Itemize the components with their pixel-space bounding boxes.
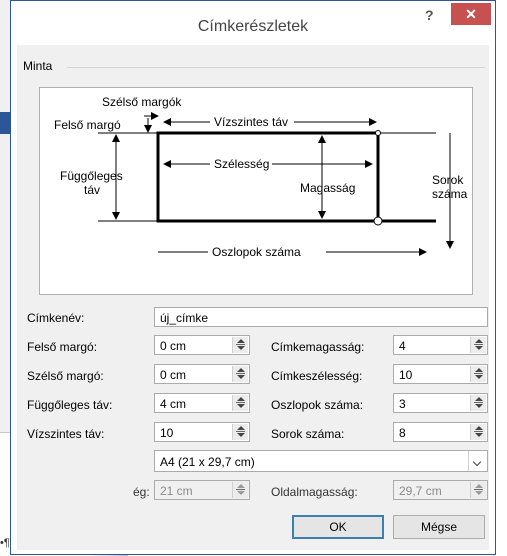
chevron-down-icon[interactable] — [468, 451, 487, 471]
horizontal-pitch-value: 10 — [160, 426, 174, 440]
label-details-dialog: Címkerészletek ? ✕ Minta Szélső margók F… — [10, 0, 496, 555]
page-height-input[interactable]: 29,7 cm — [393, 480, 488, 500]
vertical-pitch-label-2: táv — [84, 183, 100, 197]
columns-spinner[interactable] — [470, 395, 486, 411]
cancel-button[interactable]: Mégse — [393, 515, 485, 539]
columns-field-label: Oszlopok száma: — [271, 398, 364, 412]
label-width-field-label: Címkeszélesség: — [271, 369, 363, 383]
top-margin-input[interactable]: 0 cm — [154, 335, 250, 355]
corner-marker — [373, 216, 383, 226]
vertical-pitch-spinner[interactable] — [232, 395, 248, 411]
dialog-title: Címkerészletek — [197, 18, 309, 35]
horizontal-pitch-spinner[interactable] — [232, 424, 248, 440]
paragraph-marker: •¶ — [0, 537, 10, 549]
page-width-spinner[interactable] — [232, 482, 248, 498]
label-height-spinner[interactable] — [470, 337, 486, 353]
columns-input[interactable]: 3 — [393, 393, 488, 413]
label-height-input[interactable]: 4 — [393, 335, 488, 355]
vertical-pitch-label-1: Függőleges — [60, 169, 123, 183]
page-width-value: 21 cm — [160, 484, 193, 498]
side-margin-spinner[interactable] — [232, 366, 248, 382]
help-button[interactable]: ? — [425, 7, 441, 27]
horizontal-pitch-label: Vízszintes táv — [214, 115, 288, 129]
page-size-select[interactable]: A4 (21 x 29,7 cm) — [154, 450, 488, 472]
label-box — [156, 131, 380, 223]
side-margin-input[interactable]: 0 cm — [154, 364, 250, 384]
rows-label-2: száma — [432, 187, 468, 201]
side-margin-value: 0 cm — [160, 368, 187, 382]
page-size-value: A4 (21 x 29,7 cm) — [160, 455, 255, 469]
title-bar: Címkerészletek ? ✕ — [11, 1, 495, 45]
label-width-value: 10 — [399, 368, 413, 382]
ok-button[interactable]: OK — [292, 515, 384, 539]
width-label: Szélesség — [214, 157, 269, 171]
rows-label-1: Sorok — [432, 173, 464, 187]
label-width-input[interactable]: 10 — [393, 364, 488, 384]
dialog-body: Minta Szélső margók Felső margó Vízszint… — [17, 45, 489, 550]
side-margin-field-label: Szélső margó: — [27, 369, 104, 383]
page-height-spinner[interactable] — [470, 482, 486, 498]
label-height-field-label: Címkemagasság: — [271, 340, 365, 354]
corner-marker-top — [375, 130, 381, 136]
rows-input[interactable]: 8 — [393, 422, 488, 442]
top-margin-label: Felső margó — [54, 118, 121, 132]
top-margin-value: 0 cm — [160, 339, 187, 353]
label-height-value: 4 — [399, 339, 406, 353]
vertical-pitch-input[interactable]: 4 cm — [154, 393, 250, 413]
page-height-field-label: Oldalmagasság: — [271, 485, 358, 499]
columns-value: 3 — [399, 397, 406, 411]
page-height-value: 29,7 cm — [399, 484, 442, 498]
columns-label: Oszlopok száma — [212, 245, 301, 259]
rows-value: 8 — [399, 426, 406, 440]
top-margin-field-label: Felső margó: — [27, 340, 98, 354]
page-width-input[interactable]: 21 cm — [154, 480, 250, 500]
vertical-pitch-value: 4 cm — [160, 397, 187, 411]
top-margin-spinner[interactable] — [232, 337, 248, 353]
label-preview-diagram: Szélső margók Felső margó Vízszintes táv… — [39, 87, 473, 295]
rows-field-label: Sorok száma: — [271, 427, 345, 441]
horizontal-pitch-field-label: Vízszintes táv: — [27, 427, 105, 441]
label-name-value: új_címke — [160, 311, 209, 325]
label-name-input[interactable]: új_címke — [154, 307, 488, 327]
label-name-label: Címkenév: — [27, 311, 85, 325]
horizontal-pitch-input[interactable]: 10 — [154, 422, 250, 442]
label-width-spinner[interactable] — [470, 366, 486, 382]
rows-spinner[interactable] — [470, 424, 486, 440]
sample-group-legend: Minta — [23, 59, 57, 73]
side-margins-label: Szélső margók — [102, 95, 182, 109]
page-width-field-label: ég: — [133, 485, 150, 499]
height-label: Magasság — [300, 181, 355, 195]
close-button[interactable]: ✕ — [451, 3, 491, 25]
group-divider — [67, 67, 485, 68]
vertical-pitch-field-label: Függőleges táv: — [27, 398, 113, 412]
